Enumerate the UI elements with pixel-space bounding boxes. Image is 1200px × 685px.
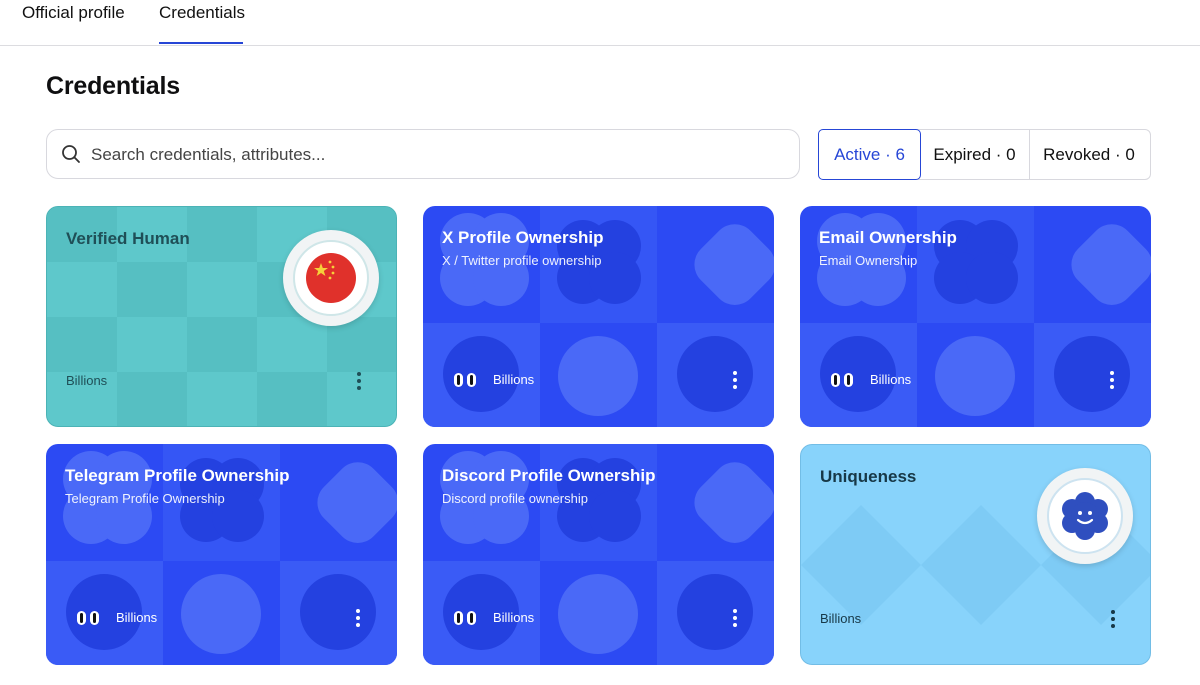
active-tab-indicator [159,42,243,44]
filter-expired[interactable]: Expired · 0 [920,130,1030,179]
more-options-icon[interactable] [725,369,745,391]
credential-card-uniqueness[interactable]: Uniqueness Billions [800,444,1151,665]
search-icon [62,145,80,163]
more-options-icon[interactable] [348,607,368,629]
billions-logo-icon [77,611,99,625]
search-input[interactable] [89,142,783,168]
china-flag-icon [306,253,356,303]
card-subtitle: Discord profile ownership [442,491,588,506]
credential-card-discord[interactable]: Discord Profile Ownership Discord profil… [423,444,774,665]
tab-official-profile[interactable]: Official profile [22,3,125,23]
smiley-flower-icon [1062,492,1108,540]
billions-logo-icon [831,373,853,387]
card-subtitle: Email Ownership [819,253,918,268]
more-options-icon[interactable] [349,370,369,392]
card-issuer: Billions [493,610,535,625]
search-box[interactable] [46,129,800,179]
more-options-icon[interactable] [1102,369,1122,391]
more-options-icon[interactable] [1103,608,1123,630]
card-issuer: Billions [66,373,108,388]
card-title: Email Ownership [819,228,957,247]
card-title: X Profile Ownership [442,228,604,247]
status-filter-group: Active · 6 Expired · 0 Revoked · 0 [818,129,1151,180]
card-title: Discord Profile Ownership [442,466,656,485]
card-subtitle: X / Twitter profile ownership [442,253,602,268]
country-badge [283,230,379,326]
billions-logo-icon [454,373,476,387]
card-issuer: Billions [116,610,158,625]
filter-active[interactable]: Active · 6 [818,129,921,180]
filter-revoked[interactable]: Revoked · 0 [1030,130,1148,179]
card-issuer: Billions [493,372,535,387]
credential-card-verified-human[interactable]: Verified Human Billions [46,206,397,427]
uniqueness-badge [1037,468,1133,564]
credential-card-x-profile[interactable]: X Profile Ownership X / Twitter profile … [423,206,774,427]
tab-bar: Official profile Credentials [0,0,1200,46]
credential-card-email[interactable]: Email Ownership Email Ownership Billions [800,206,1151,427]
billions-logo-icon [454,611,476,625]
card-title: Uniqueness [820,467,917,486]
more-options-icon[interactable] [725,607,745,629]
card-issuer: Billions [870,372,912,387]
credential-card-telegram[interactable]: Telegram Profile Ownership Telegram Prof… [46,444,397,665]
page-title: Credentials [46,72,180,100]
card-title: Verified Human [66,229,190,248]
card-issuer: Billions [820,611,862,626]
card-title: Telegram Profile Ownership [65,466,290,485]
tab-credentials[interactable]: Credentials [159,3,245,23]
card-subtitle: Telegram Profile Ownership [65,491,225,506]
